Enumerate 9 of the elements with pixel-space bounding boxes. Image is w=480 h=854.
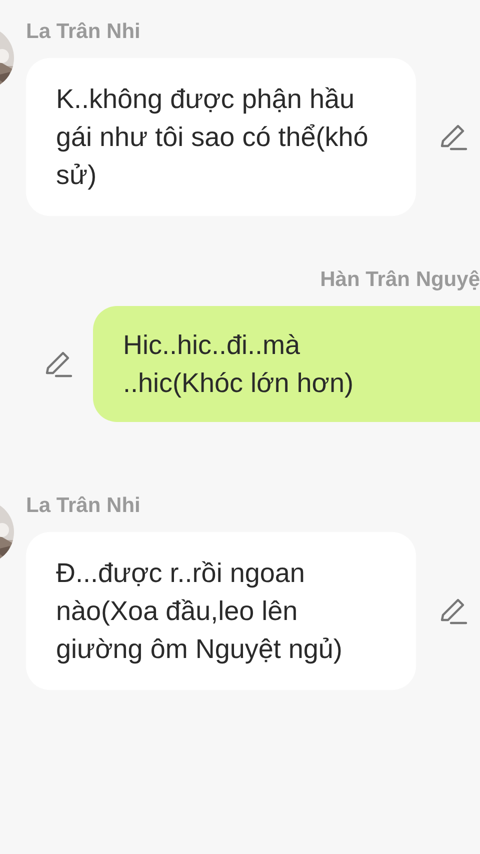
edit-icon[interactable] xyxy=(43,349,73,379)
sender-name: La Trân Nhi xyxy=(26,493,140,519)
message-bubble: Đ...được r..rồi ngoan nào(Xoa đầu,leo lên giường ôm Nguyệt ngủ) xyxy=(26,532,416,690)
sender-name: La Trân Nhi xyxy=(26,19,140,45)
sender-name: Hàn Trân Nguyệ xyxy=(320,267,480,293)
edit-icon[interactable] xyxy=(438,122,468,152)
message-bubble: K..không được phận hầu gái như tôi sao có thể(khó sử) xyxy=(26,58,416,216)
message-bubble: Hic..hic..đi..mà ..hic(Khóc lớn hơn) xyxy=(93,306,480,422)
edit-icon[interactable] xyxy=(438,596,468,626)
